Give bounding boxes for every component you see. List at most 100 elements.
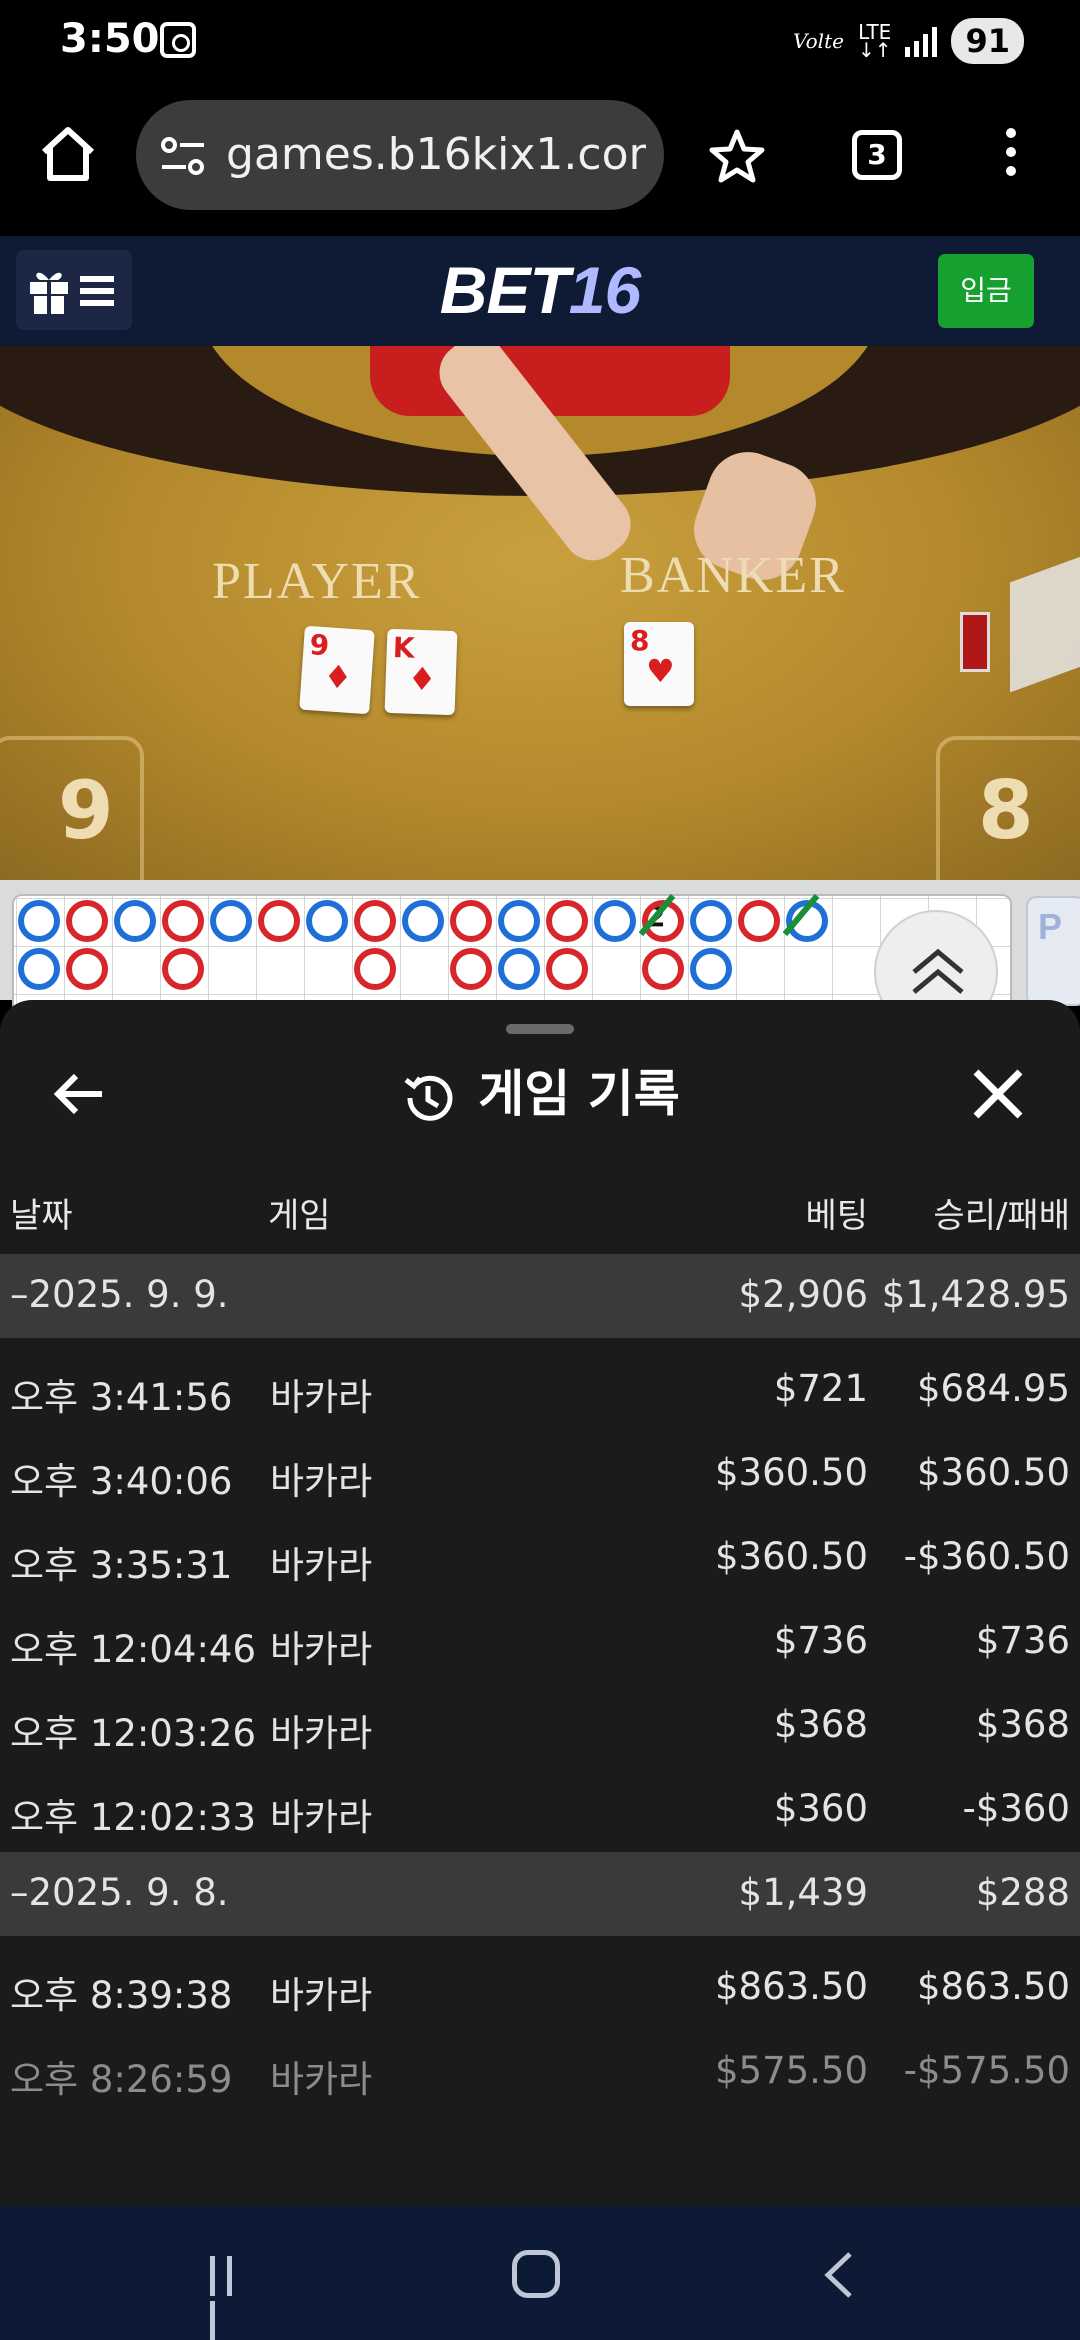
- roadmap-marker: [306, 900, 348, 942]
- player-card-1: 9 ♦: [299, 625, 375, 715]
- row-game: 바카라: [270, 1712, 373, 1755]
- column-date[interactable]: 날짜: [10, 1188, 73, 1237]
- row-win: $368: [975, 1703, 1070, 1746]
- lte-indicator: LTE ↓↑: [857, 20, 892, 62]
- group-date: –2025. 9. 9.: [10, 1273, 229, 1316]
- table-row[interactable]: 오후 12:02:33 바카라 $360 -$360: [0, 1768, 1080, 1852]
- status-time: 3:50: [60, 16, 160, 62]
- roadmap-marker: [354, 900, 396, 942]
- row-game: 바카라: [270, 1628, 373, 1671]
- roadmap-marker: [498, 948, 540, 990]
- url-text: games.b16kix1.com/l: [226, 129, 646, 180]
- group-bet-total: $1,439: [738, 1871, 868, 1914]
- roadmap-marker: [210, 900, 252, 942]
- row-bet: $575.50: [714, 2049, 868, 2092]
- double-chevron-up-icon: [912, 948, 964, 994]
- sheet-drag-handle[interactable]: [506, 1024, 574, 1034]
- roadmap-marker: [738, 900, 780, 942]
- volte-indicator: Volte: [793, 29, 844, 53]
- roadmap-marker: [18, 948, 60, 990]
- live-video[interactable]: PLAYER BANKER 9 ♦ K ♦ 8 ♥ 9 8: [0, 346, 1080, 880]
- table-row[interactable]: 오후 12:03:26 바카라 $368 $368: [0, 1684, 1080, 1768]
- roadmap-marker: [162, 948, 204, 990]
- home-icon[interactable]: [36, 122, 100, 186]
- deposit-button[interactable]: 입금: [938, 254, 1034, 328]
- table-row[interactable]: 오후 8:26:59 바카라 $575.50 -$575.50: [0, 2030, 1080, 2114]
- site-settings-icon[interactable]: [160, 134, 206, 178]
- recent-apps-icon[interactable]: [210, 2256, 260, 2340]
- dealer: [370, 346, 730, 416]
- card-shoe-marker: [960, 612, 990, 672]
- row-win: $684.95: [916, 1367, 1070, 1410]
- side-panel-tab[interactable]: P: [1026, 896, 1080, 1006]
- battery-indicator: 91: [951, 18, 1024, 64]
- roadmap-marker: [66, 948, 108, 990]
- row-game: 바카라: [270, 1544, 373, 1587]
- column-game[interactable]: 게임: [268, 1188, 331, 1237]
- lte-label: LTE: [858, 20, 892, 44]
- roadmap-marker: [354, 948, 396, 990]
- row-bet: $360.50: [714, 1451, 868, 1494]
- group-win-total: $288: [975, 1871, 1070, 1914]
- bookmark-star-icon[interactable]: [708, 128, 766, 186]
- close-icon[interactable]: [966, 1062, 1030, 1126]
- roadmap-marker: [450, 900, 492, 942]
- roadmap-board[interactable]: 2: [12, 893, 1012, 1014]
- group-bet-total: $2,906: [738, 1273, 868, 1316]
- date-group-row[interactable]: –2025. 9. 9. $2,906 $1,428.95: [0, 1254, 1080, 1338]
- roadmap-marker: [450, 948, 492, 990]
- row-time: 오후 3:35:31: [10, 1544, 233, 1587]
- sheet-title-text: 게임 기록: [478, 1065, 680, 1123]
- row-time: 오후 12:03:26: [10, 1712, 257, 1755]
- roadmap-marker: [258, 900, 300, 942]
- card-suit: ♥: [646, 652, 675, 690]
- player-card-2: K ♦: [384, 628, 458, 716]
- row-bet: $360.50: [714, 1535, 868, 1578]
- banker-card-1: 8 ♥: [624, 622, 694, 706]
- more-vert-icon[interactable]: [996, 128, 1026, 188]
- row-win: $360.50: [916, 1451, 1070, 1494]
- row-game: 바카라: [270, 2058, 373, 2101]
- player-label: PLAYER: [212, 553, 422, 610]
- row-time: 오후 12:02:33: [10, 1796, 257, 1839]
- column-win-loss[interactable]: 승리/패배: [933, 1188, 1070, 1237]
- row-time: 오후 8:26:59: [10, 2058, 233, 2101]
- tab-switcher-button[interactable]: 3: [852, 130, 902, 180]
- roadmap-marker: [402, 900, 444, 942]
- column-bet[interactable]: 베팅: [805, 1188, 868, 1237]
- game-history-sheet: 게임 기록 날짜 게임 베팅 승리/패배 –2025. 9. 9. $2,906…: [0, 1000, 1080, 2206]
- history-table: –2025. 9. 9. $2,906 $1,428.95 오후 3:41:56…: [0, 1254, 1080, 2114]
- row-time: 오후 3:41:56: [10, 1376, 233, 1419]
- roadmap-marker: [642, 948, 684, 990]
- row-game: 바카라: [270, 1974, 373, 2017]
- table-row[interactable]: 오후 12:04:46 바카라 $736 $736: [0, 1600, 1080, 1684]
- card-suit: ♦: [322, 657, 354, 698]
- table-row[interactable]: 오후 3:41:56 바카라 $721 $684.95: [0, 1348, 1080, 1432]
- roadmap-marker: [546, 948, 588, 990]
- card-shoe: [1010, 549, 1080, 693]
- logo-number: 16: [568, 253, 641, 327]
- nav-back-icon[interactable]: [820, 2250, 860, 2300]
- card-suit: ♦: [407, 659, 438, 699]
- roadmap-marker: [498, 900, 540, 942]
- roadmap-marker: [546, 900, 588, 942]
- group-date: –2025. 9. 8.: [10, 1871, 229, 1914]
- row-win: $736: [975, 1619, 1070, 1662]
- table-row[interactable]: 오후 3:40:06 바카라 $360.50 $360.50: [0, 1432, 1080, 1516]
- table-row[interactable]: 오후 3:35:31 바카라 $360.50 -$360.50: [0, 1516, 1080, 1600]
- nav-home-icon[interactable]: [512, 2250, 560, 2298]
- row-bet: $360: [773, 1787, 868, 1830]
- address-bar[interactable]: games.b16kix1.com/l: [136, 100, 664, 210]
- row-win: $863.50: [916, 1965, 1070, 2008]
- sheet-title: 게임 기록: [0, 1054, 1080, 1126]
- brand-logo[interactable]: BET16: [0, 252, 1080, 328]
- row-time: 오후 8:39:38: [10, 1974, 233, 2017]
- history-icon: [404, 1075, 453, 1121]
- row-time: 오후 3:40:06: [10, 1460, 233, 1503]
- row-win: -$360: [962, 1787, 1070, 1830]
- row-bet: $736: [773, 1619, 868, 1662]
- table-row[interactable]: 오후 8:39:38 바카라 $863.50 $863.50: [0, 1946, 1080, 2030]
- date-group-row[interactable]: –2025. 9. 8. $1,439 $288: [0, 1852, 1080, 1936]
- roadmap-marker: [162, 900, 204, 942]
- site-header: BET16 입금: [0, 236, 1080, 346]
